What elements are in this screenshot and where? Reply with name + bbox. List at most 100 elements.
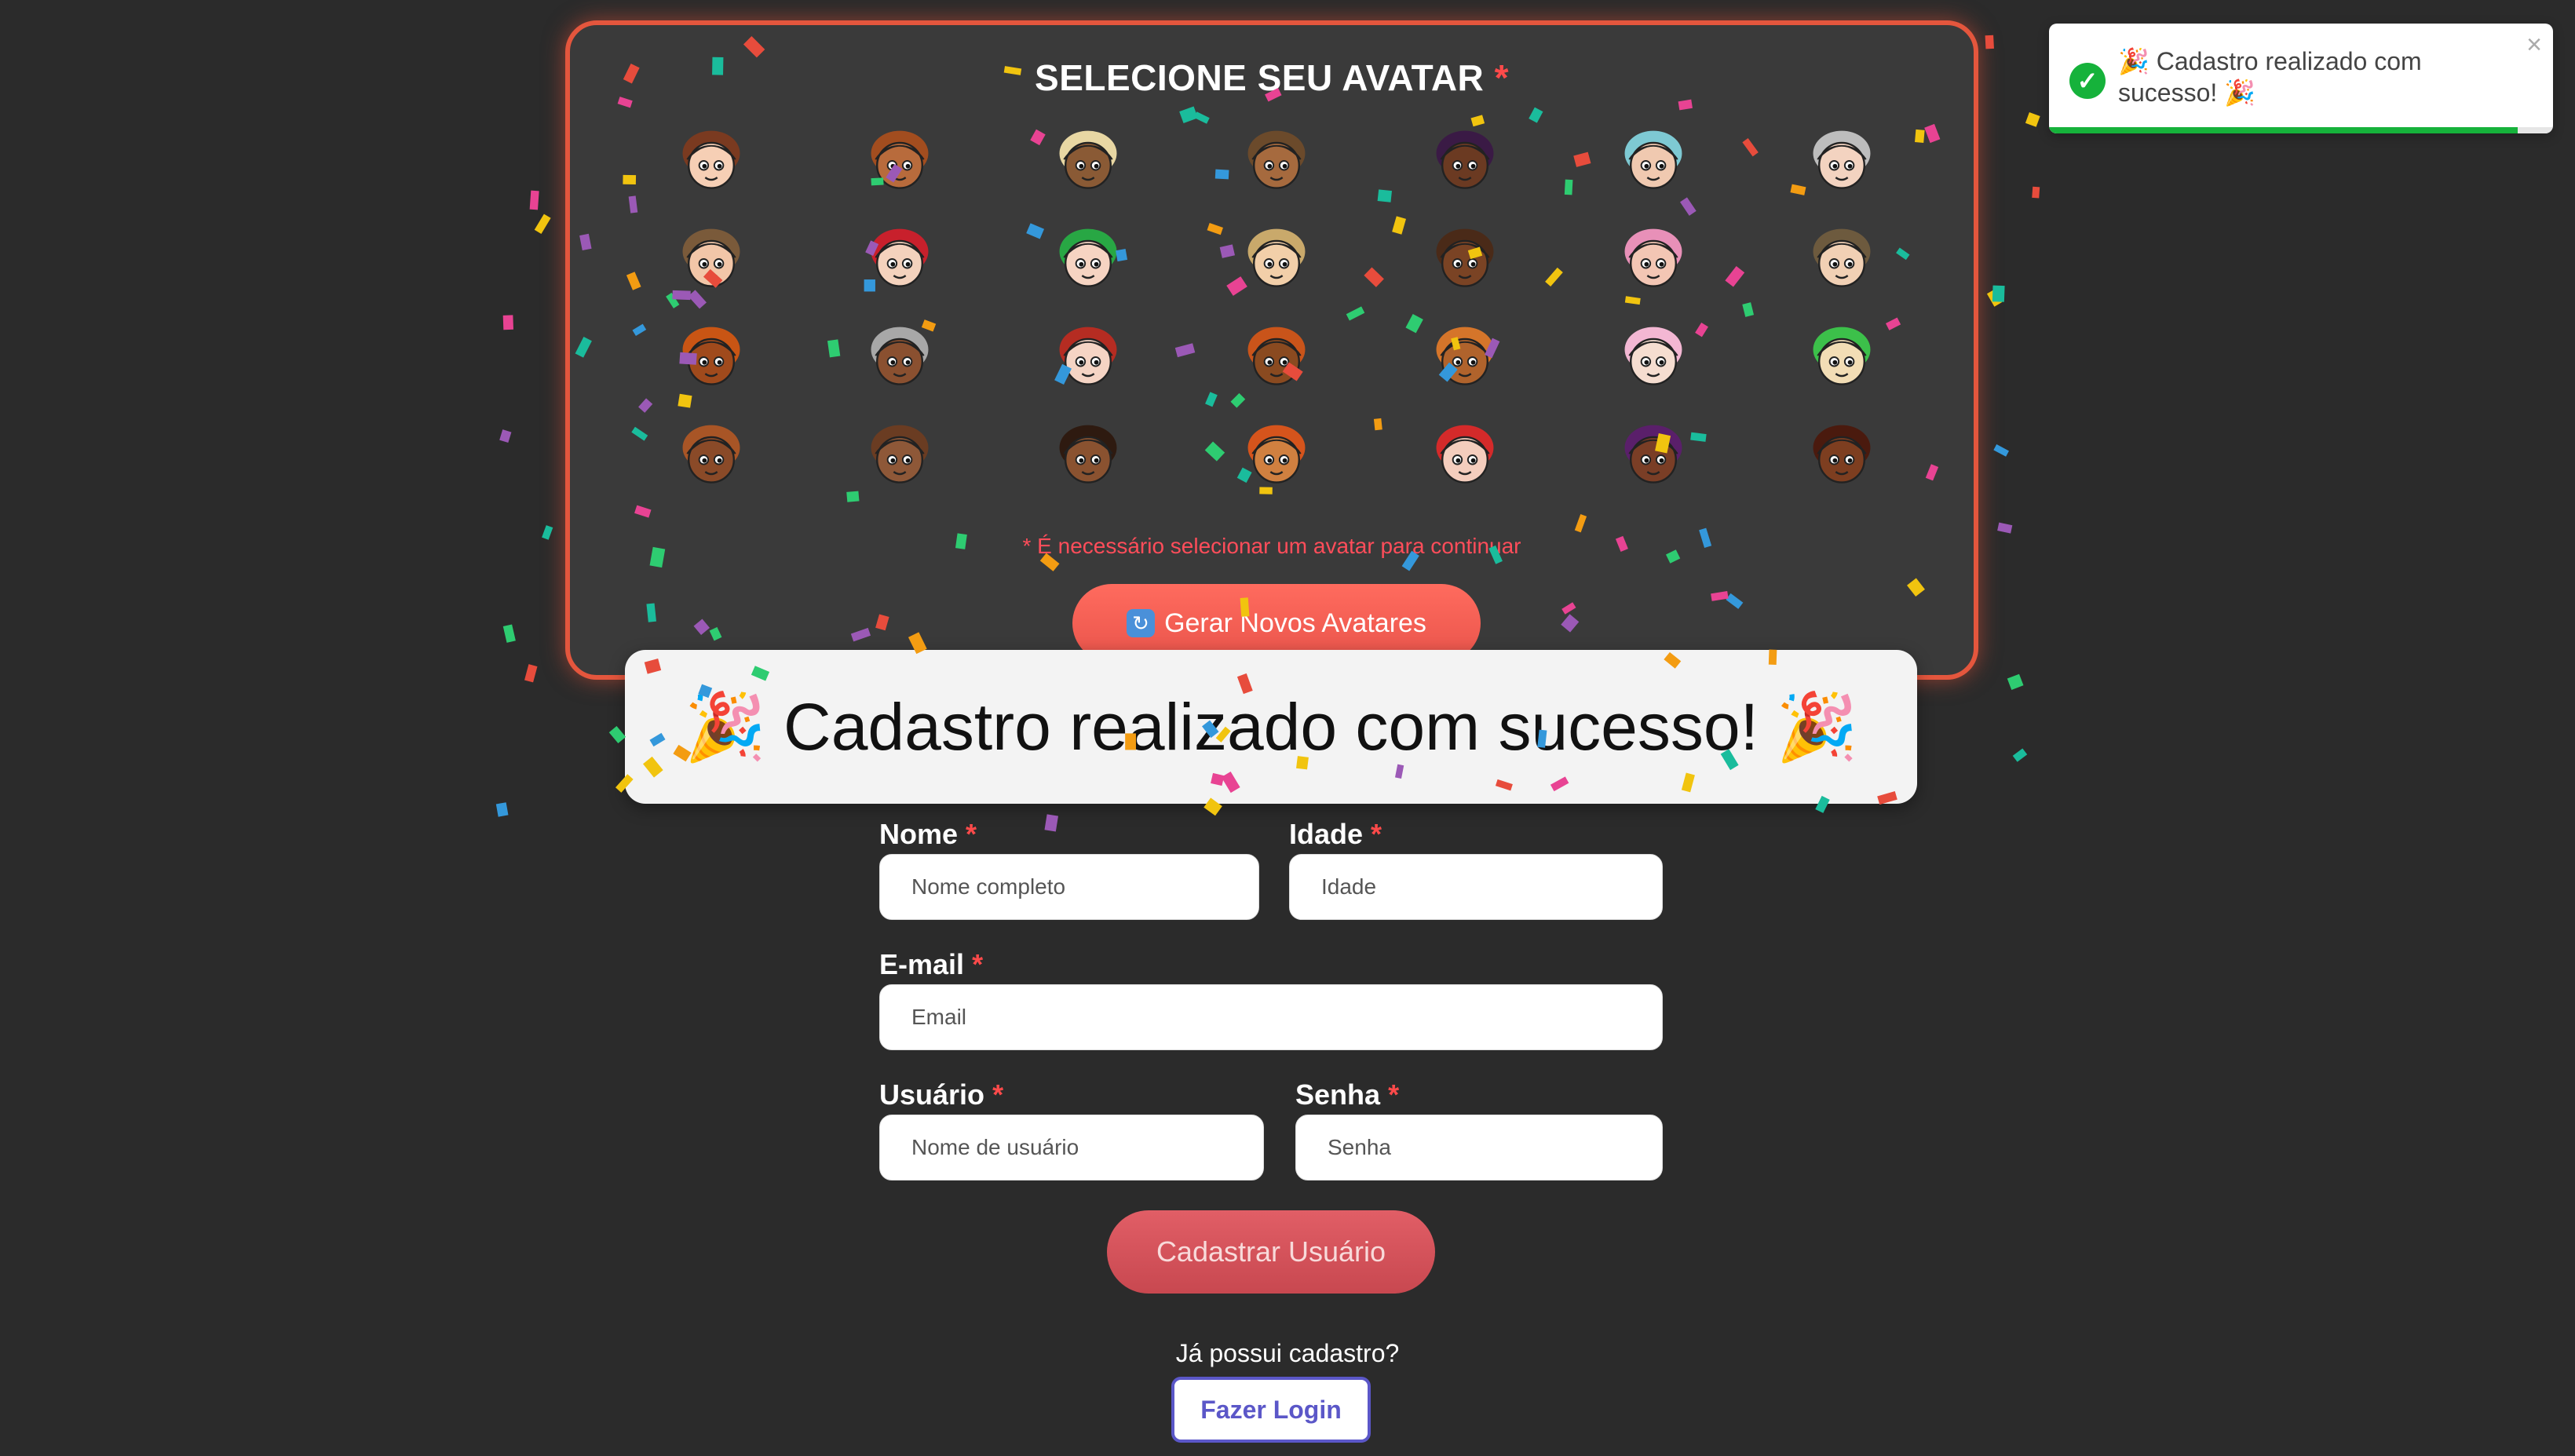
required-mark: * <box>1494 57 1509 98</box>
avatar-option[interactable] <box>1559 111 1748 210</box>
avatar-option[interactable] <box>1748 308 1936 406</box>
idade-label-text: Idade <box>1289 818 1364 850</box>
avatar-face-icon <box>871 228 929 287</box>
avatar-face-icon <box>871 327 929 385</box>
refresh-icon: ↻ <box>1127 609 1156 637</box>
avatar-option[interactable] <box>617 111 805 210</box>
register-button[interactable]: Cadastrar Usuário <box>1107 1210 1435 1294</box>
success-banner-text: Cadastro realizado com sucesso! <box>783 689 1759 764</box>
confetti-piece <box>1997 522 2013 534</box>
avatar-title-text: SELECIONE SEU AVATAR <box>1035 57 1485 98</box>
avatar-face-icon <box>1813 228 1871 287</box>
required-mark: * <box>1388 1078 1400 1111</box>
avatar-option[interactable] <box>1559 210 1748 308</box>
avatar-option[interactable] <box>1559 308 1748 406</box>
check-circle-icon: ✓ <box>2069 63 2106 99</box>
avatar-face-icon <box>682 327 740 385</box>
avatar-face-icon <box>1247 425 1306 484</box>
avatar-option[interactable] <box>805 111 994 210</box>
avatar-face-icon <box>682 228 740 287</box>
confetti-piece <box>499 429 512 443</box>
avatar-option[interactable] <box>1182 210 1371 308</box>
avatar-option[interactable] <box>1182 111 1371 210</box>
avatar-option[interactable] <box>1371 406 1559 504</box>
confetti-piece <box>2007 673 2024 690</box>
close-icon[interactable]: × <box>2526 30 2542 60</box>
confetti-piece <box>1044 814 1058 832</box>
nome-input[interactable] <box>879 854 1259 920</box>
email-label: E-mail * <box>879 948 983 981</box>
required-mark: * <box>966 818 977 850</box>
avatar-option[interactable] <box>1559 406 1748 504</box>
avatar-face-icon <box>1247 130 1306 189</box>
avatar-error-message: * É necessário selecionar um avatar para… <box>1022 534 1521 558</box>
avatar-face-icon <box>682 425 740 484</box>
generate-avatars-label: Gerar Novos Avatares <box>1164 608 1426 638</box>
avatar-option[interactable] <box>994 406 1182 504</box>
usuario-label: Usuário * <box>879 1078 1003 1111</box>
avatar-option[interactable] <box>1182 406 1371 504</box>
success-banner: 🎉 Cadastro realizado com sucesso! 🎉 <box>625 650 1917 804</box>
confetti-piece <box>2032 186 2040 199</box>
avatar-face-icon <box>871 130 929 189</box>
email-label-text: E-mail <box>879 948 965 980</box>
confetti-piece <box>1985 35 1994 49</box>
avatar-option[interactable] <box>994 111 1182 210</box>
usuario-input[interactable] <box>879 1115 1264 1180</box>
avatar-option[interactable] <box>1748 210 1936 308</box>
avatar-option[interactable] <box>1182 308 1371 406</box>
already-registered-text: Já possui cadastro? <box>1175 1339 1400 1367</box>
avatar-face-icon <box>1059 425 1117 484</box>
avatar-face-icon <box>1624 327 1682 385</box>
avatar-face-icon <box>1436 228 1494 287</box>
confetti-piece <box>502 624 516 643</box>
avatar-grid <box>617 111 1936 504</box>
confetti-piece <box>1992 285 2005 302</box>
toast-message: 🎉 Cadastro realizado com sucesso! 🎉 <box>2118 47 2422 107</box>
avatar-face-icon <box>871 425 929 484</box>
confetti-piece <box>2025 111 2040 127</box>
avatar-option[interactable] <box>805 210 994 308</box>
avatar-face-icon <box>1247 327 1306 385</box>
avatar-face-icon <box>1436 327 1494 385</box>
avatar-face-icon <box>1813 327 1871 385</box>
avatar-option[interactable] <box>1371 111 1559 210</box>
confetti-piece <box>524 664 538 683</box>
email-input[interactable] <box>879 984 1663 1050</box>
success-toast[interactable]: ✓ 🎉 Cadastro realizado com sucesso! 🎉 × <box>2049 24 2553 133</box>
avatar-section-title: SELECIONE SEU AVATAR * <box>570 57 1974 99</box>
avatar-option[interactable] <box>805 406 994 504</box>
avatar-option[interactable] <box>617 308 805 406</box>
avatar-option[interactable] <box>805 308 994 406</box>
avatar-face-icon <box>1624 228 1682 287</box>
required-mark: * <box>1371 818 1382 850</box>
avatar-option[interactable] <box>994 210 1182 308</box>
confetti-piece <box>542 525 553 540</box>
avatar-selection-card: SELECIONE SEU AVATAR * * É necessário se… <box>565 20 1978 680</box>
login-button[interactable]: Fazer Login <box>1171 1377 1371 1443</box>
avatar-face-icon <box>1247 228 1306 287</box>
confetti-piece <box>534 213 551 235</box>
required-mark: * <box>992 1078 1004 1111</box>
avatar-option[interactable] <box>617 210 805 308</box>
avatar-face-icon <box>1813 130 1871 189</box>
senha-input[interactable] <box>1295 1115 1663 1180</box>
idade-input[interactable] <box>1289 854 1663 920</box>
avatar-option[interactable] <box>994 308 1182 406</box>
senha-label: Senha * <box>1295 1078 1399 1111</box>
avatar-face-icon <box>682 130 740 189</box>
avatar-face-icon <box>1059 228 1117 287</box>
avatar-option[interactable] <box>1371 210 1559 308</box>
avatar-option[interactable] <box>1748 111 1936 210</box>
avatar-option[interactable] <box>617 406 805 504</box>
avatar-option[interactable] <box>1371 308 1559 406</box>
usuario-label-text: Usuário <box>879 1078 985 1111</box>
avatar-face-icon <box>1624 425 1682 484</box>
avatar-face-icon <box>1624 130 1682 189</box>
avatar-face-icon <box>1436 425 1494 484</box>
avatar-face-icon <box>1059 327 1117 385</box>
required-mark: * <box>972 948 984 980</box>
toast-progress-fill <box>2049 127 2518 133</box>
avatar-option[interactable] <box>1748 406 1936 504</box>
confetti-piece <box>495 802 509 817</box>
